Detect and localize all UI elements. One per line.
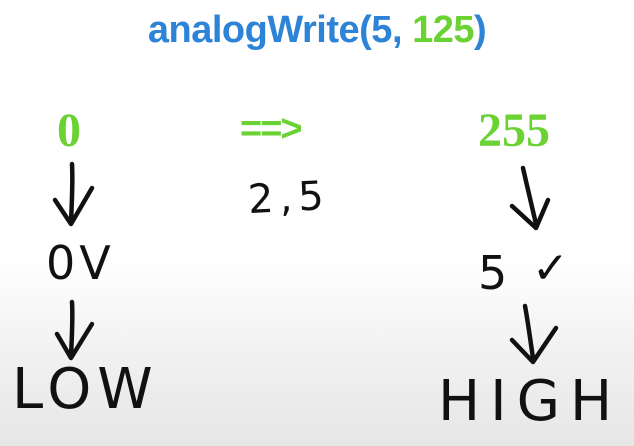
down-arrow-icon bbox=[509, 165, 551, 231]
down-arrow-icon bbox=[54, 299, 95, 361]
down-arrow-icon bbox=[52, 161, 95, 227]
down-arrow-icon bbox=[509, 303, 559, 365]
whiteboard-canvas: analogWrite(5, 125) 0 0V LOW ==> 2,5 255… bbox=[0, 0, 634, 446]
arrow-layer bbox=[52, 161, 559, 365]
